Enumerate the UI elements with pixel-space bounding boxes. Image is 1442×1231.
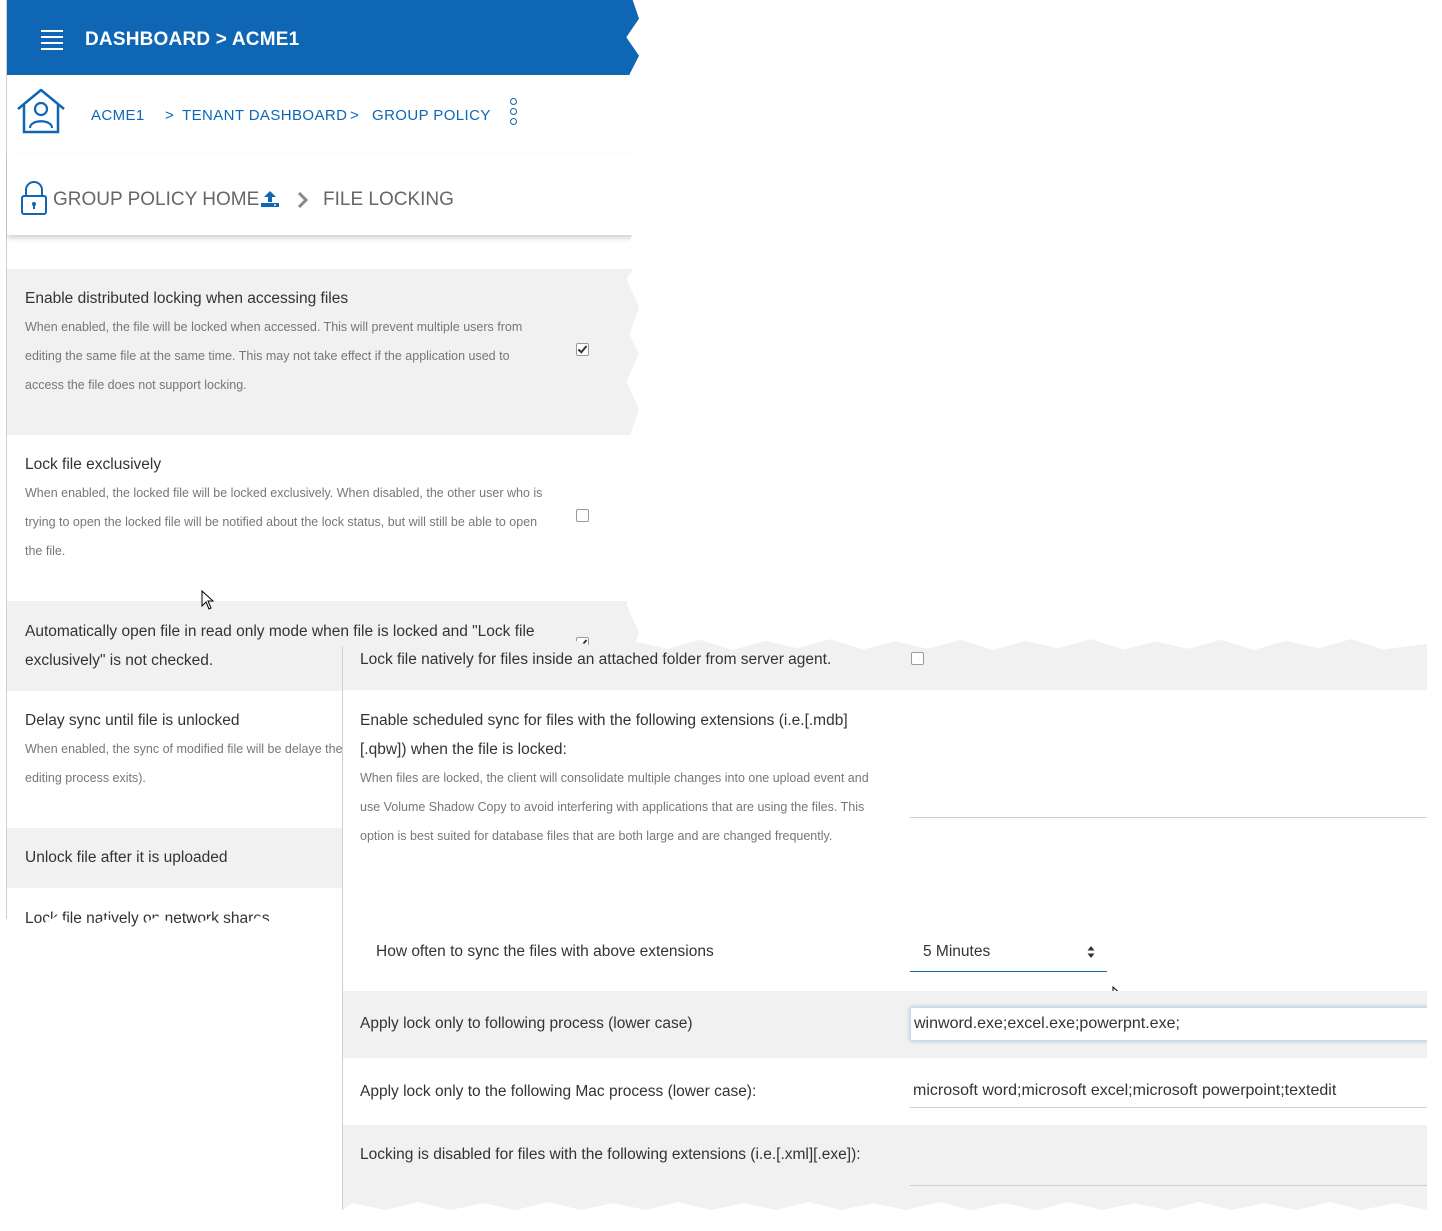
setting-description: When enabled, the sync of modified file …	[25, 742, 343, 785]
setting-title: Apply lock only to the following Mac pro…	[360, 1083, 757, 1100]
sync-interval-select[interactable]: 5 Minutes	[910, 937, 1107, 972]
breadcrumb: ACME1 > TENANT DASHBOARD > GROUP POLICY	[7, 75, 639, 154]
setting-scheduled-sync: Enable scheduled sync for files with the…	[343, 690, 1427, 1006]
breadcrumb-separator: >	[350, 107, 359, 124]
file-locking-panel-front: Lock file natively for files inside an a…	[342, 639, 1427, 1210]
setting-disabled-extensions: Locking is disabled for files with the f…	[343, 1125, 1427, 1210]
setting-title: Unlock file after it is uploaded	[25, 849, 228, 866]
setting-distributed-locking: Enable distributed locking when accessin…	[7, 269, 639, 435]
hamburger-icon[interactable]	[41, 30, 63, 50]
lock-exclusively-checkbox[interactable]	[576, 509, 589, 522]
distributed-locking-checkbox[interactable]	[576, 343, 589, 356]
scheduled-sync-extensions-input[interactable]	[910, 786, 1427, 818]
process-list-input[interactable]: winword.exe;excel.exe;powerpnt.exe;	[910, 1007, 1427, 1041]
breadcrumb-separator: >	[165, 107, 174, 124]
kebab-vertical-icon[interactable]	[510, 98, 520, 128]
setting-mac-process-list: Apply lock only to the following Mac pro…	[343, 1058, 1427, 1125]
breadcrumb-group-policy[interactable]: GROUP POLICY	[372, 107, 491, 124]
setting-title: Apply lock only to following process (lo…	[360, 1015, 693, 1032]
setting-title: Lock file natively on network shares	[25, 910, 270, 927]
setting-process-list: Apply lock only to following process (lo…	[343, 991, 1427, 1058]
top-app-bar: DASHBOARD > ACME1	[7, 0, 639, 75]
breadcrumb-acme1[interactable]: ACME1	[91, 107, 145, 124]
setting-title: Delay sync until file is unlocked	[25, 712, 240, 729]
mouse-cursor-icon	[201, 590, 215, 610]
setting-title: Locking is disabled for files with the f…	[360, 1146, 861, 1163]
sync-interval-value: 5 Minutes	[923, 943, 991, 960]
mac-process-list-input[interactable]: microsoft word;microsoft excel;microsoft…	[910, 1075, 1427, 1108]
section-header: GROUP POLICY HOME FILE LOCKING	[7, 153, 639, 235]
disabled-extensions-input[interactable]	[910, 1155, 1427, 1186]
group-policy-home-link[interactable]: GROUP POLICY HOME	[53, 189, 259, 211]
setting-description: When enabled, the file will be locked wh…	[25, 320, 523, 392]
padlock-icon	[21, 181, 47, 215]
app-bar-title: DASHBOARD > ACME1	[85, 29, 300, 50]
agent-native-lock-checkbox[interactable]	[911, 652, 924, 665]
setting-lock-exclusively: Lock file exclusively When enabled, the …	[7, 435, 639, 601]
setting-title: Lock file natively for files inside an a…	[360, 651, 832, 668]
setting-description: When files are locked, the client will c…	[360, 771, 869, 843]
sync-interval-label: How often to sync the files with above e…	[376, 943, 714, 960]
page-title: FILE LOCKING	[323, 189, 454, 210]
setting-title: Enable distributed locking when accessin…	[25, 290, 349, 307]
breadcrumb-tenant-dashboard[interactable]: TENANT DASHBOARD	[182, 107, 347, 124]
chevron-right-icon	[297, 192, 309, 208]
home-user-icon[interactable]	[15, 87, 67, 135]
select-arrows-icon	[1087, 946, 1095, 958]
setting-title: Lock file exclusively	[25, 456, 162, 473]
upload-icon[interactable]	[260, 189, 280, 209]
setting-agent-native-lock: Lock file natively for files inside an a…	[343, 639, 1427, 690]
setting-description: When enabled, the locked file will be lo…	[25, 486, 543, 558]
setting-title: Enable scheduled sync for files with the…	[360, 712, 848, 758]
